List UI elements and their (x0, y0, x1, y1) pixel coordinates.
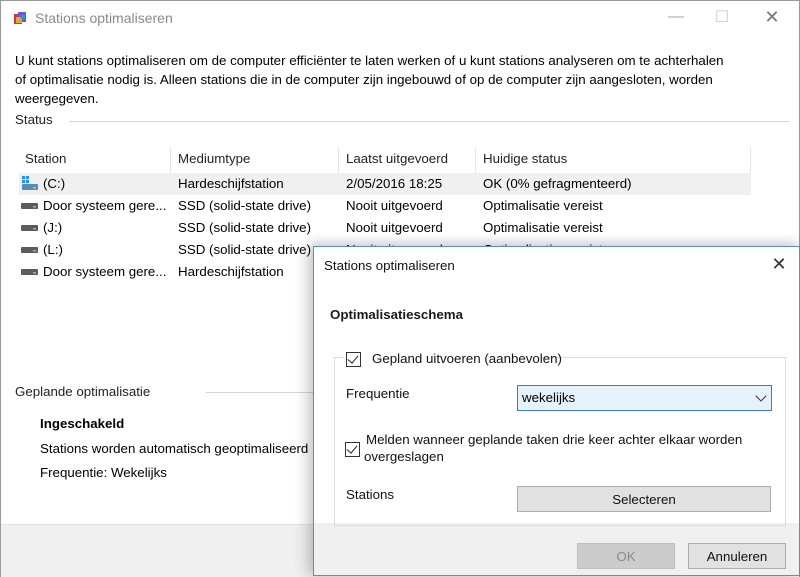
last-run: Nooit uitgevoerd (346, 198, 443, 213)
media-type: Hardeschijfstation (178, 176, 284, 191)
drive-icon (21, 247, 38, 253)
window-title: Stations optimaliseren (35, 10, 173, 26)
scheduled-divider (206, 392, 316, 393)
minimize-icon: — (668, 8, 684, 25)
drive-icon (21, 225, 38, 231)
select-stations-button[interactable]: Selecteren (517, 486, 771, 512)
drive-status: Optimalisatie vereist (483, 198, 603, 213)
ok-button[interactable]: OK (577, 543, 675, 569)
status-section-label: Status (15, 112, 53, 127)
table-row[interactable]: Door systeem gere... SSD (solid-state dr… (19, 195, 751, 217)
chevron-down-icon (755, 390, 767, 402)
column-separator[interactable] (750, 147, 751, 173)
defrag-app-icon (14, 12, 26, 24)
frequency-select[interactable]: wekelijks (517, 385, 772, 411)
column-header-mediatype[interactable]: Mediumtype (178, 151, 250, 166)
table-row[interactable]: (J:) SSD (solid-state drive) Nooit uitge… (19, 217, 751, 239)
dialog-title: Stations optimaliseren (324, 258, 455, 273)
status-divider (69, 121, 789, 122)
close-icon: ✕ (764, 6, 780, 27)
close-button[interactable]: ✕ (749, 1, 795, 33)
table-row[interactable]: (C:) Hardeschijfstation 2/05/2016 18:25 … (19, 173, 751, 195)
schedule-frequency: Frequentie: Wekelijks (40, 465, 167, 480)
column-header-station[interactable]: Station (25, 151, 66, 166)
notify-checkbox[interactable] (345, 442, 360, 457)
frequency-value: wekelijks (522, 390, 576, 405)
media-type: Hardeschijfstation (178, 264, 284, 279)
schedule-description: Stations worden automatisch geoptimalise… (40, 441, 309, 456)
title-bar: Stations optimaliseren — ☐ ✕ (1, 1, 799, 35)
run-scheduled-label[interactable]: Gepland uitvoeren (aanbevolen) (372, 351, 562, 366)
media-type: SSD (solid-state drive) (178, 220, 312, 235)
dialog-heading: Optimalisatieschema (330, 307, 464, 322)
media-type: SSD (solid-state drive) (178, 242, 312, 257)
column-separator[interactable] (170, 147, 171, 173)
last-run: Nooit uitgevoerd (346, 220, 443, 235)
station-name: (J:) (43, 220, 63, 235)
notify-label[interactable]: Melden wanneer geplande taken drie keer … (366, 432, 742, 447)
drive-icon (21, 203, 38, 209)
drive-status: OK (0% gefragmenteerd) (483, 176, 632, 191)
intro-text: U kunt stations optimaliseren om de comp… (15, 53, 724, 106)
media-type: SSD (solid-state drive) (178, 198, 312, 213)
close-icon: ✕ (771, 253, 787, 274)
drive-icon (21, 269, 38, 275)
maximize-button[interactable]: ☐ (699, 1, 745, 33)
scheduled-section-label: Geplande optimalisatie (15, 384, 151, 399)
notify-label-continued[interactable]: overgeslagen (364, 449, 444, 464)
column-header-last-run[interactable]: Laatst uitgevoerd (346, 151, 448, 166)
column-header-status[interactable]: Huidige status (483, 151, 567, 166)
last-run: 2/05/2016 18:25 (346, 176, 443, 191)
station-name: Door systeem gere... (43, 198, 167, 213)
station-name: (C:) (43, 176, 66, 191)
stations-label: Stations (346, 487, 395, 502)
system-drive-icon (22, 176, 38, 190)
drive-status: Optimalisatie vereist (483, 220, 603, 235)
frequency-label: Frequentie (346, 386, 410, 401)
minimize-button[interactable]: — (653, 1, 699, 33)
station-name: (L:) (43, 242, 63, 257)
cancel-button[interactable]: Annuleren (688, 543, 786, 569)
maximize-icon: ☐ (714, 9, 730, 26)
run-scheduled-option[interactable]: Gepland uitvoeren (aanbevolen) (344, 350, 562, 368)
dialog-close-button[interactable]: ✕ (759, 247, 799, 281)
column-separator[interactable] (338, 147, 339, 173)
run-scheduled-checkbox[interactable] (346, 352, 361, 367)
column-separator[interactable] (475, 147, 476, 173)
table-header: Station Mediumtype Laatst uitgevoerd Hui… (19, 147, 751, 173)
station-name: Door systeem gere... (43, 264, 167, 279)
schedule-state: Ingeschakeld (40, 416, 125, 431)
schedule-dialog: Stations optimaliseren ✕ Optimalisatiesc… (313, 246, 800, 576)
